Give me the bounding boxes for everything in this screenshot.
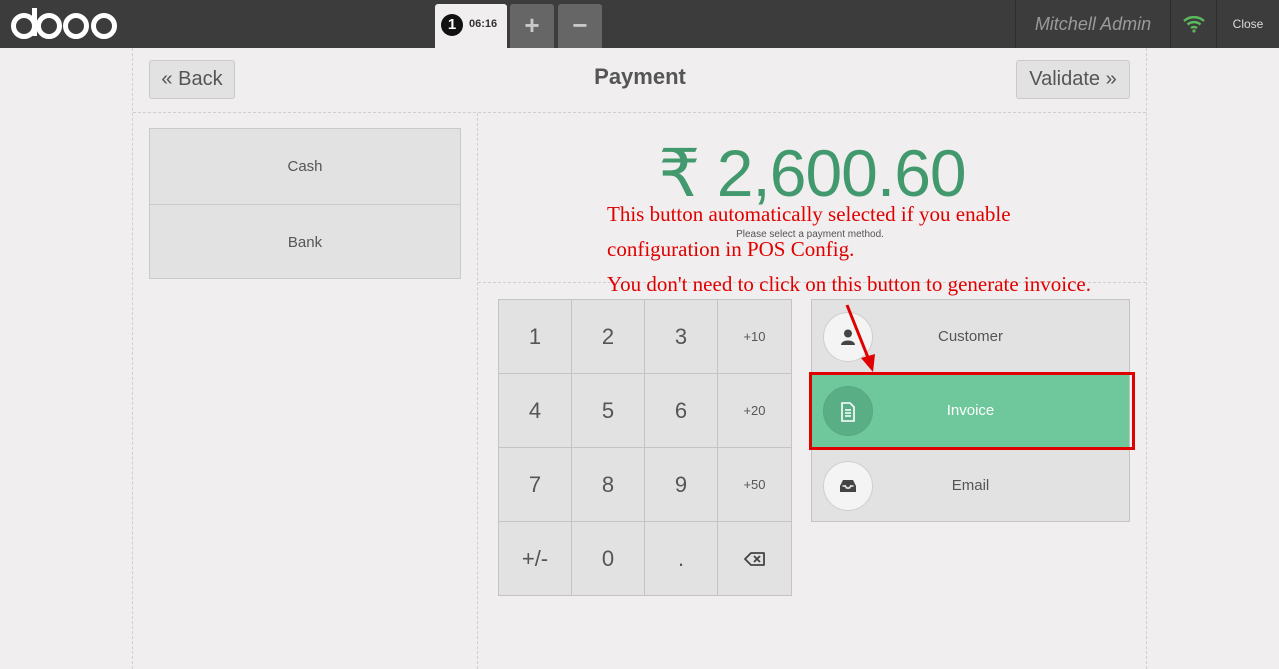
- username: Mitchell Admin: [1015, 0, 1171, 48]
- email-label: Email: [951, 477, 990, 494]
- annotation-line-1: This button automatically selected if yo…: [607, 202, 1011, 226]
- add-order-button[interactable]: +: [510, 4, 554, 48]
- annotation-line-2: configuration in POS Config.: [607, 237, 855, 261]
- order-tab[interactable]: 1 06:16: [435, 4, 507, 48]
- numpad-key-9[interactable]: 9: [645, 448, 718, 522]
- remove-order-button[interactable]: −: [558, 4, 602, 48]
- close-button[interactable]: Close: [1217, 0, 1279, 48]
- wifi-icon: [1183, 16, 1205, 33]
- order-number-badge: 1: [441, 14, 463, 36]
- numpad-key-8[interactable]: 8: [572, 448, 645, 522]
- wifi-status: [1171, 0, 1217, 48]
- inbox-icon: [823, 461, 873, 511]
- numpad-key-6[interactable]: 6: [645, 374, 718, 448]
- numpad-key-0[interactable]: 0: [572, 522, 645, 595]
- left-pane-divider: [477, 113, 478, 669]
- back-button[interactable]: « Back: [149, 60, 235, 99]
- backspace-icon: [743, 551, 765, 566]
- numpad-key-3[interactable]: 3: [645, 300, 718, 374]
- header-divider: [133, 112, 1146, 113]
- numpad-key-plus50[interactable]: +50: [718, 448, 791, 522]
- numpad-key-sign[interactable]: +/-: [499, 522, 572, 595]
- numpad-key-7[interactable]: 7: [499, 448, 572, 522]
- numpad: 1 2 3 +10 4 5 6 +20 7 8 9 +50 +/- 0 .: [498, 299, 792, 596]
- numpad-key-backspace[interactable]: [718, 522, 791, 595]
- numpad-key-1[interactable]: 1: [499, 300, 572, 374]
- numpad-key-plus20[interactable]: +20: [718, 374, 791, 448]
- page-title: Payment: [594, 64, 686, 89]
- annotation-arrow: [845, 304, 875, 372]
- order-time: 06:16: [469, 18, 498, 30]
- payment-total: ₹ 2,600.60: [658, 136, 966, 210]
- payment-method-bank[interactable]: Bank: [150, 204, 460, 279]
- invoice-highlight-box: [809, 372, 1135, 450]
- pos-topbar: 1 06:16 + − Mitchell Admin Close: [0, 0, 1279, 48]
- numpad-key-dot[interactable]: .: [645, 522, 718, 595]
- numpad-key-plus10[interactable]: +10: [718, 300, 791, 374]
- numpad-key-2[interactable]: 2: [572, 300, 645, 374]
- email-button[interactable]: Email: [812, 448, 1129, 522]
- payment-method-list: Cash Bank: [149, 128, 461, 279]
- annotation-line-3: You don't need to click on this button t…: [607, 272, 1091, 296]
- customer-label: Customer: [937, 328, 1004, 345]
- validate-button[interactable]: Validate »: [1016, 60, 1130, 99]
- payment-method-cash[interactable]: Cash: [150, 129, 460, 204]
- numpad-key-4[interactable]: 4: [499, 374, 572, 448]
- odoo-logo: [10, 6, 122, 42]
- numpad-key-5[interactable]: 5: [572, 374, 645, 448]
